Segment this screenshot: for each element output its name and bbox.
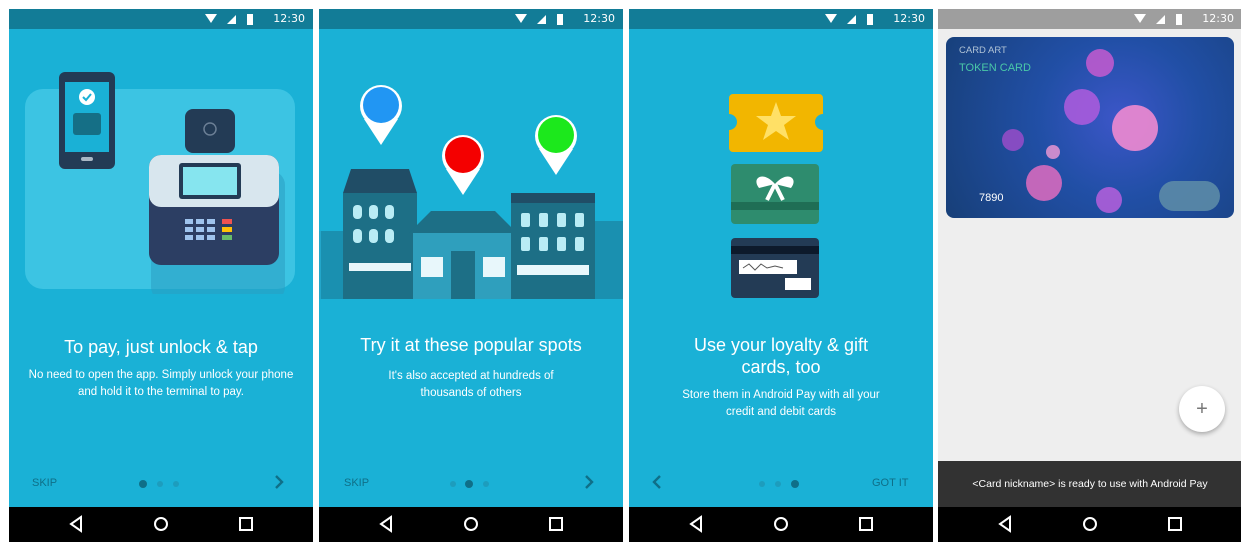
chevron-right-icon[interactable] <box>271 474 287 490</box>
battery-icon <box>557 14 563 25</box>
card-art-bokeh <box>1046 145 1060 159</box>
chevron-left-icon[interactable] <box>649 474 665 490</box>
status-time: 12:30 <box>893 12 925 25</box>
wifi-icon <box>205 14 217 23</box>
card-art-bokeh <box>1086 49 1114 77</box>
card-network-logo <box>1159 181 1220 211</box>
wifi-icon <box>825 14 837 23</box>
recents-icon[interactable] <box>854 512 878 536</box>
card-art-bokeh <box>1026 165 1062 201</box>
screen-background: 12:30 To pay, just unlock & tap No need … <box>9 9 313 542</box>
loyalty-gift-credit-cards-illustration <box>729 94 823 298</box>
page-indicator <box>757 480 807 488</box>
storefronts-illustration <box>319 85 623 299</box>
page-dot-1 <box>139 480 147 488</box>
page-dot-3 <box>483 481 489 487</box>
credit-card <box>731 238 819 298</box>
onboarding-body: It's also accepted at hundreds of thousa… <box>388 370 554 399</box>
home-icon[interactable] <box>149 512 173 536</box>
card-art-bokeh <box>1112 105 1158 151</box>
onboarding-body: No need to open the app. Simply unlock y… <box>28 369 294 398</box>
status-time: 12:30 <box>583 12 615 25</box>
page-dot-2 <box>157 481 163 487</box>
nav-bar <box>629 507 933 542</box>
status-bar: 12:30 <box>319 9 623 29</box>
wallet-screen: 12:30 CARD ART TOKEN CARD 7890 + <Card n… <box>938 9 1241 542</box>
onboarding-title: Try it at these popular spots <box>360 335 582 355</box>
onboarding-title: Use your loyalty & gift cards, too <box>693 335 869 377</box>
status-icons <box>825 14 873 25</box>
battery-icon <box>1176 14 1182 25</box>
map-pin-blue <box>363 87 399 123</box>
status-icons <box>515 14 563 25</box>
signal-icon <box>537 15 546 24</box>
gift-card <box>731 164 819 224</box>
recents-icon[interactable] <box>1163 512 1187 536</box>
screen-background: 12:30 Use your loyalty & gift cards, too… <box>629 9 933 542</box>
onboarding-screen-3: 12:30 Use your loyalty & gift cards, too… <box>629 9 933 542</box>
nav-bar <box>9 507 313 542</box>
back-icon[interactable] <box>993 512 1017 536</box>
screen-background: 12:30 Try it at these popular spots It's… <box>319 9 623 542</box>
home-icon[interactable] <box>459 512 483 536</box>
card-number: 7890 <box>979 192 1004 204</box>
status-bar: 12:30 <box>629 9 933 29</box>
card-art-label: CARD ART <box>959 45 1007 56</box>
wifi-icon <box>515 14 527 23</box>
phone-and-terminal-illustration <box>25 72 295 294</box>
page-dot-2 <box>775 481 781 487</box>
skip-button[interactable]: SKIP <box>344 477 369 489</box>
map-pin-green <box>538 117 574 153</box>
recents-icon[interactable] <box>544 512 568 536</box>
home-icon[interactable] <box>1078 512 1102 536</box>
got-it-button[interactable]: GOT IT <box>872 477 908 489</box>
card-art-bokeh <box>1002 129 1024 151</box>
token-card-label: TOKEN CARD <box>959 62 1031 74</box>
status-icons <box>1134 14 1182 25</box>
nav-bar <box>319 507 623 542</box>
page-indicator <box>137 480 187 488</box>
recents-icon[interactable] <box>234 512 258 536</box>
nav-bar <box>938 507 1241 542</box>
signal-icon <box>1156 15 1165 24</box>
signal-icon <box>227 15 236 24</box>
status-time: 12:30 <box>273 12 305 25</box>
page-dot-2 <box>465 480 473 488</box>
home-icon[interactable] <box>769 512 793 536</box>
onboarding-body: Store them in Android Pay with all your … <box>682 389 880 418</box>
page-dot-3 <box>791 480 799 488</box>
chevron-right-icon[interactable] <box>581 474 597 490</box>
back-icon[interactable] <box>64 512 88 536</box>
loyalty-card <box>729 94 823 152</box>
signal-icon <box>847 15 856 24</box>
page-dot-1 <box>759 481 765 487</box>
back-icon[interactable] <box>374 512 398 536</box>
page-indicator <box>447 480 497 488</box>
skip-button[interactable]: SKIP <box>32 477 57 489</box>
status-bar: 12:30 <box>938 9 1241 29</box>
status-bar: 12:30 <box>9 9 313 29</box>
onboarding-title: To pay, just unlock & tap <box>64 337 258 357</box>
snackbar: <Card nickname> is ready to use with And… <box>938 461 1241 507</box>
card-art-bokeh <box>1096 187 1122 213</box>
page-dot-3 <box>173 481 179 487</box>
screen-background: 12:30 CARD ART TOKEN CARD 7890 + <Card n… <box>938 9 1241 542</box>
page-dot-1 <box>450 481 456 487</box>
add-card-button[interactable]: + <box>1179 386 1225 432</box>
battery-icon <box>247 14 253 25</box>
onboarding-screen-1: 12:30 To pay, just unlock & tap No need … <box>9 9 313 542</box>
token-card[interactable]: CARD ART TOKEN CARD 7890 <box>946 37 1234 218</box>
battery-icon <box>867 14 873 25</box>
status-time: 12:30 <box>1202 12 1234 25</box>
status-icons <box>205 14 253 25</box>
card-art-bokeh <box>1064 89 1100 125</box>
map-pin-red <box>445 137 481 173</box>
wifi-icon <box>1134 14 1146 23</box>
plus-icon: + <box>1196 398 1208 420</box>
back-icon[interactable] <box>684 512 708 536</box>
onboarding-screen-2: 12:30 Try it at these popular spots It's… <box>319 9 623 542</box>
